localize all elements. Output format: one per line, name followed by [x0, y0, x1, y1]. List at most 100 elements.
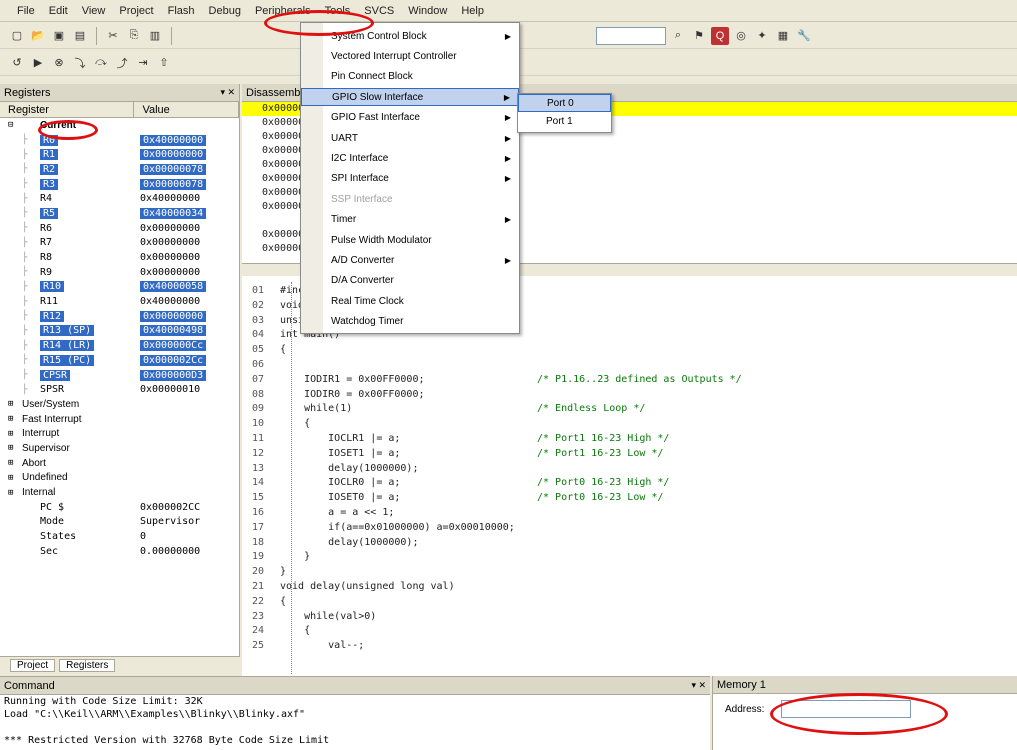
register-group[interactable]: ⊞ Fast Interrupt: [0, 412, 239, 427]
menu-item-gpio-slow-interface[interactable]: GPIO Slow Interface ▶: [301, 88, 519, 107]
save-icon[interactable]: ▣: [50, 27, 68, 45]
source-line[interactable]: 24 {: [252, 624, 310, 639]
source-line[interactable]: 05 {: [252, 343, 286, 358]
source-line[interactable]: 08 IODIR0 = 0x00FF0000;: [252, 388, 425, 403]
register-group[interactable]: ⊞ User/System: [0, 397, 239, 412]
register-value[interactable]: 0x00000000: [140, 310, 207, 322]
menu-item-d-a-converter[interactable]: D/A Converter: [301, 272, 519, 290]
expand-icon[interactable]: ⊞: [8, 473, 13, 483]
settings-icon[interactable]: ◎: [732, 27, 750, 45]
expand-icon[interactable]: ⊞: [8, 399, 13, 409]
source-line[interactable]: 13 delay(1000000);: [252, 462, 418, 477]
register-value[interactable]: 0x000000D3: [140, 369, 207, 381]
expand-icon[interactable]: ⊞: [8, 443, 13, 453]
source-line[interactable]: 20}: [252, 565, 286, 580]
step-over-icon[interactable]: ⤼: [92, 54, 110, 72]
close-icon[interactable]: ▾ ✕: [220, 87, 235, 98]
register-group[interactable]: ⊞ Internal: [0, 485, 239, 500]
copy-icon[interactable]: ⎘: [125, 27, 143, 45]
source-line[interactable]: 12 IOSET1 |= a; /* Port1 16-23 Low */: [252, 447, 663, 462]
cut-icon[interactable]: ✂: [104, 27, 122, 45]
bookmark-icon[interactable]: ⚑: [690, 27, 708, 45]
source-line[interactable]: 19 }: [252, 550, 310, 565]
menu-file[interactable]: File: [10, 0, 42, 22]
run-to-cursor-icon[interactable]: ⇥: [134, 54, 152, 72]
register-value[interactable]: 0x40000000: [140, 296, 200, 307]
menu-debug[interactable]: Debug: [202, 0, 248, 22]
source-line[interactable]: 21 void delay(unsigned long val): [252, 580, 455, 595]
register-row[interactable]: ├ R15 (PC) 0x000002Cc: [0, 353, 239, 368]
register-value[interactable]: 0x40000000: [140, 134, 207, 146]
run-icon[interactable]: ▶: [29, 54, 47, 72]
register-row[interactable]: ├ R1 0x00000000: [0, 147, 239, 162]
reset-icon[interactable]: ↺: [8, 54, 26, 72]
register-group[interactable]: ⊞ Supervisor: [0, 441, 239, 456]
register-row[interactable]: ├ SPSR 0x00000010: [0, 382, 239, 397]
menu-flash[interactable]: Flash: [161, 0, 202, 22]
source-line[interactable]: 06: [252, 358, 280, 373]
close-icon[interactable]: ▾ ✕: [691, 680, 706, 691]
register-value[interactable]: 0x00000010: [140, 384, 200, 395]
source-line[interactable]: 10 {: [252, 417, 310, 432]
window-icon[interactable]: ▦: [774, 27, 792, 45]
register-row[interactable]: ├ R0 0x40000000: [0, 133, 239, 148]
register-value[interactable]: 0x00000000: [140, 237, 200, 248]
menu-item-i2c-interface[interactable]: I2C Interface ▶: [301, 149, 519, 167]
arrow-icon[interactable]: ⇧: [155, 54, 173, 72]
expand-icon[interactable]: ⊞: [8, 488, 13, 498]
source-line[interactable]: 25 val--;: [252, 639, 364, 654]
register-value[interactable]: 0x00000078: [140, 178, 207, 190]
source-line[interactable]: 07 IODIR1 = 0x00FF0000; /* P1.16..23 defi…: [252, 373, 742, 388]
menu-item-uart[interactable]: UART ▶: [301, 129, 519, 147]
register-row[interactable]: ├ R3 0x00000078: [0, 177, 239, 192]
internal-row[interactable]: Mode Supervisor: [0, 515, 239, 530]
register-row[interactable]: ├ R14 (LR) 0x000000Cc: [0, 338, 239, 353]
menu-project[interactable]: Project: [112, 0, 160, 22]
submenu-port-1[interactable]: Port 1: [518, 112, 611, 130]
register-row[interactable]: ├ R12 0x00000000: [0, 309, 239, 324]
menu-item-pulse-width-modulator[interactable]: Pulse Width Modulator: [301, 231, 519, 249]
register-row[interactable]: ├ R6 0x00000000: [0, 221, 239, 236]
register-value[interactable]: 0x000002Cc: [140, 354, 207, 366]
source-line[interactable]: 22 {: [252, 595, 286, 610]
register-value[interactable]: 0x00000000: [140, 149, 207, 161]
expand-icon[interactable]: ⊞: [8, 414, 13, 424]
find-icon[interactable]: ⌕: [669, 27, 687, 45]
register-value[interactable]: 0x40000058: [140, 281, 207, 293]
register-value[interactable]: 0x00000078: [140, 163, 207, 175]
menu-item-watchdog-timer[interactable]: Watchdog Timer: [301, 313, 519, 331]
register-value[interactable]: 0x00000000: [140, 223, 200, 234]
menu-item-real-time-clock[interactable]: Real Time Clock: [301, 292, 519, 310]
menu-help[interactable]: Help: [454, 0, 491, 22]
menu-view[interactable]: View: [75, 0, 113, 22]
source-line[interactable]: 14 IOCLR0 |= a; /* Port0 16-23 High */: [252, 476, 669, 491]
register-row[interactable]: ├ R8 0x00000000: [0, 250, 239, 265]
register-value[interactable]: 0x40000000: [140, 193, 200, 204]
options-icon[interactable]: ✦: [753, 27, 771, 45]
wrench-icon[interactable]: 🔧: [795, 27, 813, 45]
source-line[interactable]: 11 IOCLR1 |= a; /* Port1 16-23 High */: [252, 432, 669, 447]
menu-item-vectored-interrupt-controller[interactable]: Vectored Interrupt Controller: [301, 47, 519, 65]
menu-item-timer[interactable]: Timer ▶: [301, 211, 519, 229]
step-out-icon[interactable]: ⤴: [113, 54, 131, 72]
expand-icon[interactable]: ⊞: [8, 458, 13, 468]
source-line[interactable]: 15 IOSET0 |= a; /* Port0 16-23 Low */: [252, 491, 663, 506]
register-row[interactable]: ├ R7 0x00000000: [0, 236, 239, 251]
current-row[interactable]: ⊟ Current: [0, 118, 239, 133]
menu-item-ssp-interface[interactable]: SSP Interface: [301, 190, 519, 208]
new-file-icon[interactable]: ▢: [8, 27, 26, 45]
internal-row[interactable]: Sec 0.00000000: [0, 544, 239, 559]
register-row[interactable]: ├ R11 0x40000000: [0, 294, 239, 309]
register-row[interactable]: ├ R4 0x40000000: [0, 191, 239, 206]
expand-icon[interactable]: ⊞: [8, 429, 13, 439]
tab-registers[interactable]: Registers: [59, 659, 116, 672]
internal-row[interactable]: States 0: [0, 529, 239, 544]
source-line[interactable]: 17 if(a==0x01000000) a=0x00010000;: [252, 521, 515, 536]
menu-item-a-d-converter[interactable]: A/D Converter ▶: [301, 251, 519, 269]
menu-item-spi-interface[interactable]: SPI Interface ▶: [301, 170, 519, 188]
step-into-icon[interactable]: ⤵: [71, 54, 89, 72]
menu-item-gpio-fast-interface[interactable]: GPIO Fast Interface ▶: [301, 109, 519, 127]
stop-icon[interactable]: ⊗: [50, 54, 68, 72]
source-line[interactable]: 16 a = a << 1;: [252, 506, 394, 521]
open-file-icon[interactable]: 📂: [29, 27, 47, 45]
